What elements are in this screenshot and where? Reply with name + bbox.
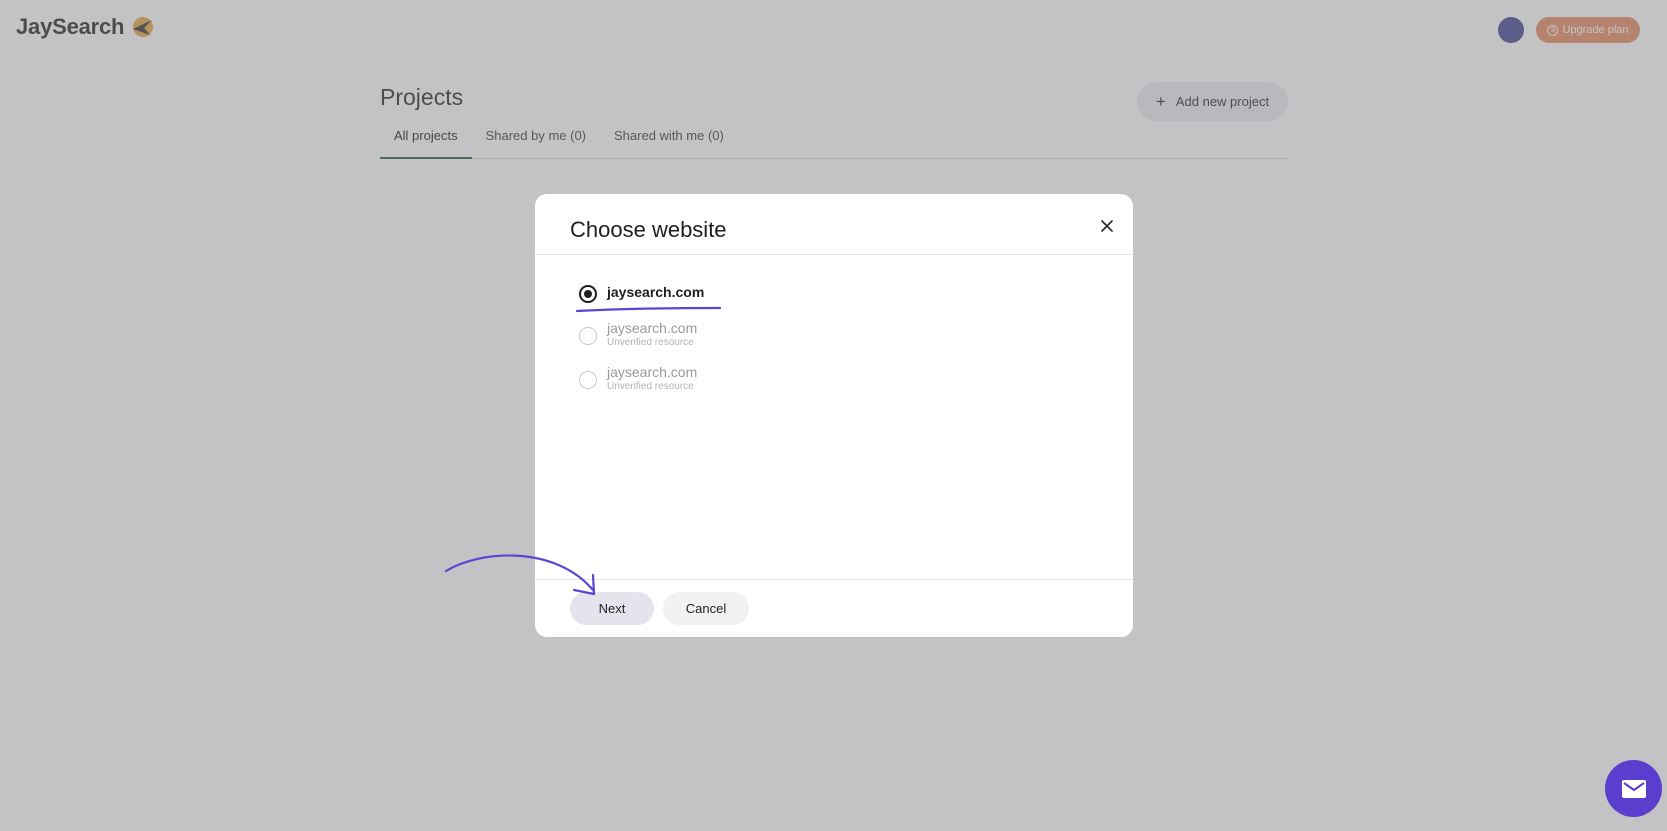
option-text: jaysearch.com Unverified resource <box>607 320 697 349</box>
option-status: Unverified resource <box>607 381 694 392</box>
radio-button[interactable] <box>579 285 597 303</box>
website-option[interactable]: jaysearch.com <box>579 284 704 303</box>
mail-icon <box>1621 779 1646 798</box>
cancel-button[interactable]: Cancel <box>663 592 749 625</box>
close-icon <box>1101 220 1113 232</box>
next-button[interactable]: Next <box>570 592 654 625</box>
option-name: jaysearch.com <box>607 320 698 336</box>
support-chat-button[interactable] <box>1605 760 1662 817</box>
dialog-footer: Next Cancel <box>535 579 1133 637</box>
option-status: Unverified resource <box>607 337 694 348</box>
dialog-title: Choose website <box>570 217 727 242</box>
radio-button[interactable] <box>579 371 597 389</box>
website-option[interactable]: jaysearch.com Unverified resource <box>579 320 697 349</box>
choose-website-dialog: Choose website jaysearch.com jaysearch.c… <box>535 194 1133 637</box>
radio-button[interactable] <box>579 327 597 345</box>
option-text: jaysearch.com Unverified resource <box>607 364 697 393</box>
option-text: jaysearch.com <box>607 284 704 301</box>
dialog-header: Choose website <box>535 194 1133 255</box>
close-button[interactable] <box>1095 214 1119 238</box>
option-name: jaysearch.com <box>607 364 698 380</box>
option-name: jaysearch.com <box>607 284 705 300</box>
website-option[interactable]: jaysearch.com Unverified resource <box>579 364 697 393</box>
